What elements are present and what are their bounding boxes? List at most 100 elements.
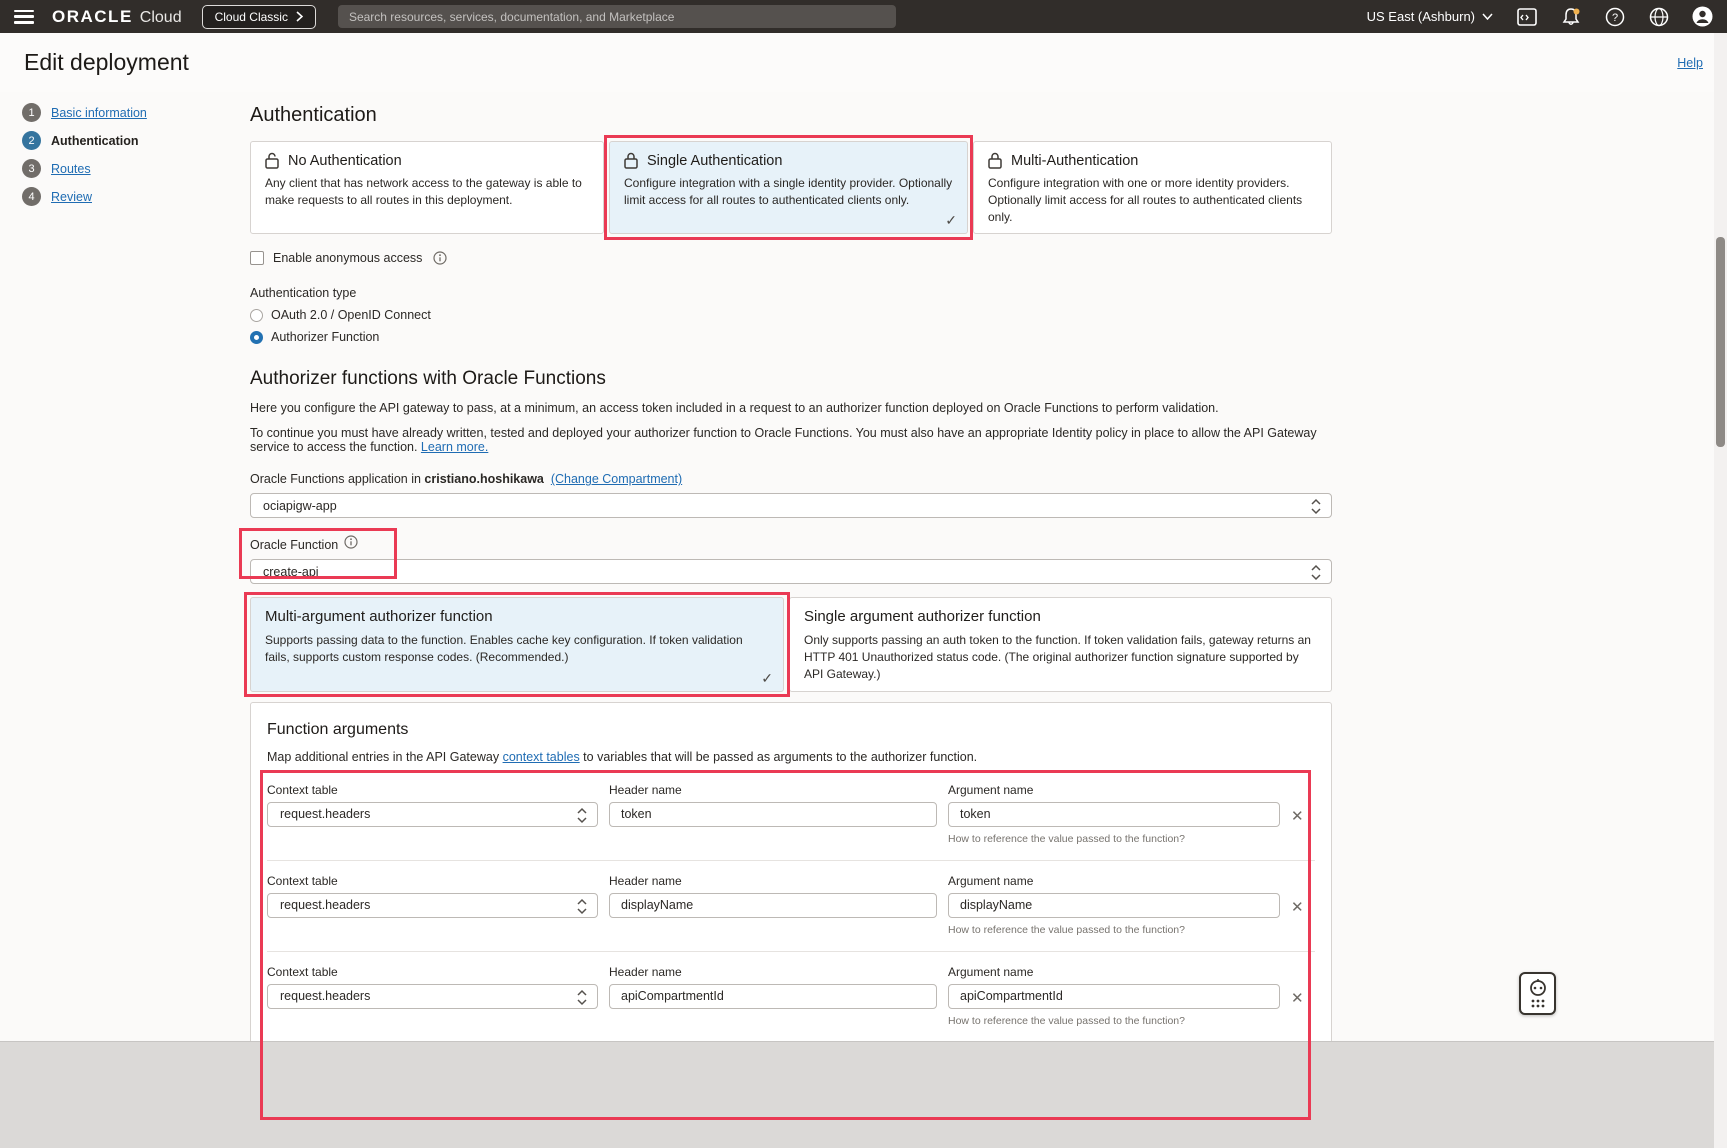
robot-icon xyxy=(1525,978,1551,1010)
enable-anonymous-access-checkbox[interactable] xyxy=(250,251,264,265)
authorizer-section-title: Authorizer functions with Oracle Functio… xyxy=(250,368,1332,390)
authentication-section-title: Authentication xyxy=(250,104,1332,127)
remove-cell: ✕ xyxy=(1291,874,1311,936)
context-table-select[interactable]: request.headers xyxy=(267,984,598,1009)
no-authentication-card[interactable]: No Authentication Any client that has ne… xyxy=(250,141,604,234)
argument-row: Context table request.headers Header nam… xyxy=(267,965,1315,1027)
multi-authentication-card[interactable]: Multi-Authentication Configure integrati… xyxy=(973,141,1332,234)
notifications-bell-icon[interactable] xyxy=(1560,6,1581,27)
info-icon[interactable] xyxy=(344,535,358,549)
user-avatar-icon[interactable] xyxy=(1692,6,1713,27)
selected-check-icon: ✓ xyxy=(945,212,957,229)
card-description: Supports passing data to the function. E… xyxy=(265,632,769,666)
lock-closed-icon xyxy=(988,152,1002,169)
select-value: ociapigw-app xyxy=(263,499,337,513)
argument-name-label: Argument name xyxy=(948,874,1280,888)
radio-selected-icon[interactable] xyxy=(250,331,263,344)
radio-oauth-openid[interactable]: OAuth 2.0 / OpenID Connect xyxy=(250,308,1332,322)
header-name-cell: Header name xyxy=(609,783,937,845)
context-table-select[interactable]: request.headers xyxy=(267,893,598,918)
select-arrows-icon xyxy=(1310,564,1322,581)
desc-text: Map additional entries in the API Gatewa… xyxy=(267,750,503,764)
argument-name-input[interactable] xyxy=(948,802,1280,827)
select-value: request.headers xyxy=(280,898,370,912)
header-name-input[interactable] xyxy=(609,984,937,1009)
label-text: Oracle Functions application in xyxy=(250,472,424,486)
cloud-classic-button[interactable]: Cloud Classic xyxy=(202,5,316,29)
remove-argument-icon[interactable]: ✕ xyxy=(1291,990,1304,1007)
dev-console-icon[interactable] xyxy=(1516,6,1537,27)
card-title: Multi-argument authorizer function xyxy=(265,608,769,625)
hamburger-menu-icon[interactable] xyxy=(14,10,34,24)
oracle-function-field: Oracle Function create-api xyxy=(250,535,1332,584)
oracle-cloud-logo[interactable]: ORACLE Cloud xyxy=(52,7,182,27)
brand-oracle: ORACLE xyxy=(52,7,133,27)
compartment-name: cristiano.hoshikawa xyxy=(424,472,543,486)
functions-application-select[interactable]: ociapigw-app xyxy=(250,493,1332,518)
language-globe-icon[interactable] xyxy=(1648,6,1669,27)
radio-authorizer-function[interactable]: Authorizer Function xyxy=(250,330,1332,344)
learn-more-link[interactable]: Learn more. xyxy=(421,440,488,454)
function-arguments-title: Function arguments xyxy=(267,721,1315,739)
card-description: Any client that has network access to th… xyxy=(265,175,589,209)
argument-row: Context table request.headers Header nam… xyxy=(267,874,1315,936)
argument-name-cell: Argument name How to reference the value… xyxy=(948,874,1280,936)
remove-argument-icon[interactable]: ✕ xyxy=(1291,808,1304,825)
main-content: Authentication No Authentication Any cli… xyxy=(250,92,1332,1148)
step-number: 3 xyxy=(22,159,41,178)
context-table-select[interactable]: request.headers xyxy=(267,802,598,827)
help-link[interactable]: Help xyxy=(1677,56,1703,70)
header-name-cell: Header name xyxy=(609,874,937,936)
oracle-cloud-console: ORACLE Cloud Cloud Classic US East (Ashb… xyxy=(0,0,1727,1148)
context-table-label: Context table xyxy=(267,965,598,979)
chevron-right-icon xyxy=(296,11,303,22)
context-table-label: Context table xyxy=(267,874,598,888)
remove-cell: ✕ xyxy=(1291,783,1311,845)
row-divider xyxy=(267,860,1315,861)
card-title: Single Authentication xyxy=(647,153,782,169)
functions-application-label: Oracle Functions application in cristian… xyxy=(250,472,1332,486)
argument-hint: How to reference the value passed to the… xyxy=(948,833,1280,845)
header-name-input[interactable] xyxy=(609,893,937,918)
assistant-widget[interactable] xyxy=(1519,972,1556,1015)
header-name-label: Header name xyxy=(609,783,937,797)
argument-name-cell: Argument name How to reference the value… xyxy=(948,965,1280,1027)
oracle-function-select[interactable]: create-api xyxy=(250,559,1332,584)
card-title: No Authentication xyxy=(288,153,402,169)
step-label[interactable]: Review xyxy=(51,190,92,204)
argument-name-label: Argument name xyxy=(948,783,1280,797)
remove-argument-icon[interactable]: ✕ xyxy=(1291,899,1304,916)
help-question-icon[interactable]: ? xyxy=(1604,6,1625,27)
context-tables-link[interactable]: context tables xyxy=(503,750,580,764)
step-label[interactable]: Basic information xyxy=(51,106,147,120)
context-table-label: Context table xyxy=(267,783,598,797)
card-description: Only supports passing an auth token to t… xyxy=(804,632,1317,682)
step-routes[interactable]: 3 Routes xyxy=(22,159,232,178)
select-arrows-icon xyxy=(576,989,588,1006)
row-divider xyxy=(267,951,1315,952)
argument-name-input[interactable] xyxy=(948,984,1280,1009)
step-review[interactable]: 4 Review xyxy=(22,187,232,206)
oracle-function-label: Oracle Function xyxy=(250,538,338,552)
page-bottom-strip xyxy=(0,1041,1727,1148)
header-name-input[interactable] xyxy=(609,802,937,827)
header-name-label: Header name xyxy=(609,874,937,888)
oracle-function-label-row: Oracle Function xyxy=(250,535,1332,552)
radio-icon[interactable] xyxy=(250,309,263,322)
authentication-type-group: Authentication type OAuth 2.0 / OpenID C… xyxy=(250,286,1332,344)
multi-argument-card[interactable]: Multi-argument authorizer function Suppo… xyxy=(250,597,784,691)
argument-name-input[interactable] xyxy=(948,893,1280,918)
authorizer-paragraph-2: To continue you must have already writte… xyxy=(250,426,1332,454)
change-compartment-link[interactable]: (Change Compartment) xyxy=(551,472,682,486)
region-selector[interactable]: US East (Ashburn) xyxy=(1367,9,1493,24)
vertical-scrollbar[interactable] xyxy=(1714,33,1727,1148)
select-arrows-icon xyxy=(1310,498,1322,515)
info-icon[interactable] xyxy=(433,251,447,265)
scrollbar-thumb[interactable] xyxy=(1716,237,1725,447)
step-label[interactable]: Routes xyxy=(51,162,91,176)
search-input[interactable] xyxy=(338,5,896,28)
single-argument-card[interactable]: Single argument authorizer function Only… xyxy=(789,597,1332,691)
step-authentication[interactable]: 2 Authentication xyxy=(22,131,232,150)
step-basic-information[interactable]: 1 Basic information xyxy=(22,103,232,122)
single-authentication-card[interactable]: Single Authentication Configure integrat… xyxy=(609,141,968,234)
